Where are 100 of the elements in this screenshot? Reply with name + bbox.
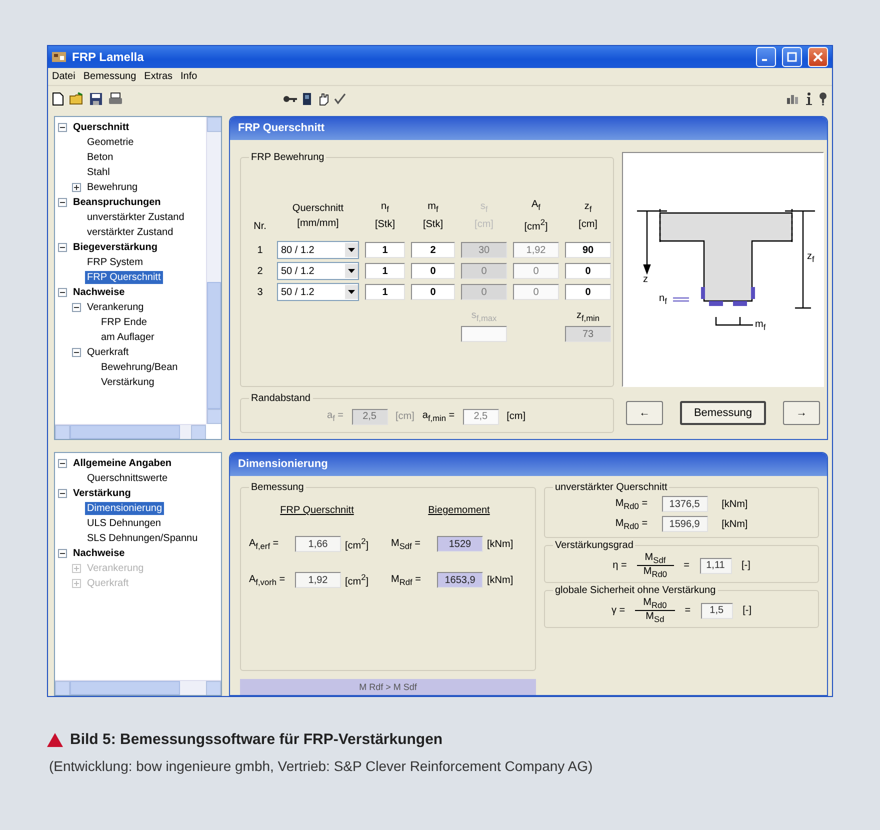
formula-symbol: γ =: [612, 605, 626, 616]
input-field[interactable]: 0: [565, 284, 611, 300]
input-field[interactable]: 2: [411, 242, 455, 258]
input-field[interactable]: 1,66: [295, 536, 341, 552]
field-label: M$_{Rd0}$ =: [615, 518, 648, 530]
unit-label: [kNm]: [722, 518, 748, 530]
menu-item[interactable]: Info: [180, 71, 198, 82]
input-field[interactable]: 1: [365, 242, 405, 258]
dropdown[interactable]: 50 / 1.2: [277, 283, 359, 302]
dropdown[interactable]: 50 / 1.2: [277, 262, 359, 280]
input-field[interactable]: 2,5: [462, 408, 499, 424]
menu-item[interactable]: Datei: [52, 71, 76, 82]
expand-toggle[interactable]: [72, 183, 81, 192]
close-icon[interactable]: [813, 52, 823, 62]
open-folder-icon[interactable]: [69, 92, 84, 106]
input-field[interactable]: 1596,9: [662, 516, 708, 532]
tree-item[interactable]: Beanspruchungen: [71, 196, 163, 209]
tree-item[interactable]: FRP Ende: [99, 316, 149, 329]
input-field[interactable]: 1,5: [700, 602, 733, 618]
input-field[interactable]: 0: [565, 263, 611, 280]
input-field[interactable]: 90: [565, 242, 611, 258]
collapse-toggle[interactable]: [72, 303, 81, 312]
minimize-button[interactable]: [756, 47, 776, 67]
tree-item[interactable]: Verstärkung: [99, 376, 156, 389]
input-field[interactable]: 1: [365, 284, 405, 300]
tree-item[interactable]: Querkraft: [85, 346, 131, 359]
save-icon[interactable]: [89, 92, 103, 106]
tree-item[interactable]: Nachweise: [71, 286, 127, 299]
chart-icon[interactable]: [786, 93, 800, 105]
calculate-button[interactable]: Bemessung: [680, 401, 766, 425]
caret-icon[interactable]: [348, 290, 355, 294]
input-field[interactable]: 1653,9: [437, 572, 483, 588]
input-field[interactable]: 1: [365, 263, 405, 280]
input-field[interactable]: 1,92: [295, 572, 341, 588]
dropdown[interactable]: 80 / 1.2: [277, 241, 359, 260]
input-field[interactable]: [461, 326, 507, 342]
unit-label: [cm]: [396, 411, 414, 422]
new-document-icon[interactable]: [52, 92, 64, 106]
tree-item[interactable]: FRP Querschnitt: [85, 271, 163, 284]
tree-item[interactable]: unverstärkter Zustand: [85, 211, 186, 224]
tree-item[interactable]: Dimensionierung: [85, 502, 164, 515]
tree-item[interactable]: Querschnitt: [71, 121, 132, 134]
input-field[interactable]: 0: [411, 284, 455, 300]
next-button[interactable]: →: [783, 401, 820, 425]
help-icon[interactable]: [818, 92, 828, 106]
tree-item[interactable]: Bewehrung: [85, 181, 140, 194]
input-field[interactable]: 1,11: [700, 558, 732, 574]
caret-icon[interactable]: [348, 269, 355, 274]
tree-item[interactable]: Geometrie: [85, 136, 136, 149]
tree-item[interactable]: Biegeverstärkung: [71, 241, 160, 254]
horizontal-scrollbar[interactable]: [55, 680, 221, 695]
menu-item[interactable]: Extras: [144, 71, 173, 82]
tree-item[interactable]: Stahl: [85, 166, 112, 179]
input-field[interactable]: 1,92: [513, 242, 559, 258]
checkmark-icon[interactable]: [334, 93, 346, 105]
tree-item[interactable]: Nachweise: [71, 547, 127, 560]
unit-label: [kNm]: [487, 574, 514, 586]
tree-item[interactable]: Allgemeine Angaben: [71, 457, 174, 470]
tree-item[interactable]: am Auflager: [99, 331, 156, 344]
caret-icon[interactable]: [348, 248, 355, 252]
collapse-toggle[interactable]: [58, 489, 67, 498]
printer-icon[interactable]: [108, 92, 123, 106]
tree-item[interactable]: verstärkter Zustand: [85, 226, 176, 239]
collapse-toggle[interactable]: [58, 549, 67, 558]
input-field[interactable]: 1376,5: [662, 496, 708, 512]
menu-item[interactable]: Bemessung: [83, 71, 136, 82]
input-field[interactable]: 1529: [437, 536, 483, 552]
horizontal-scrollbar[interactable]: [55, 424, 206, 439]
tree-item[interactable]: Verstärkung: [71, 487, 133, 500]
tree-item[interactable]: ULS Dehnungen: [85, 517, 163, 530]
column-header: Querschnitt [mm/mm]: [291, 202, 345, 231]
back-button[interactable]: ←: [626, 401, 663, 425]
tree-item[interactable]: Verankerung: [85, 301, 146, 314]
tree-item[interactable]: FRP System: [85, 256, 145, 269]
close-button[interactable]: [808, 47, 828, 67]
tree-item[interactable]: Beton: [85, 151, 116, 164]
collapse-toggle[interactable]: [58, 123, 67, 132]
input-field[interactable]: 0: [411, 263, 455, 280]
collapse-toggle[interactable]: [58, 243, 67, 252]
tree-item[interactable]: Querschnittswerte: [85, 472, 170, 485]
collapse-toggle[interactable]: [58, 288, 67, 297]
group-label: Randabstand: [250, 393, 312, 404]
book-icon[interactable]: [302, 92, 312, 106]
panel-title: FRP Querschnitt: [230, 117, 827, 140]
maximize-icon[interactable]: [787, 52, 797, 62]
collapse-toggle[interactable]: [58, 459, 67, 468]
maximize-button[interactable]: [782, 47, 802, 67]
info-icon[interactable]: [805, 92, 813, 106]
formula-term: M$_{Rd0}$: [643, 566, 668, 579]
input-field[interactable]: 0: [513, 263, 559, 280]
vertical-scrollbar[interactable]: [206, 117, 221, 424]
unit-label: [kNm]: [722, 498, 748, 510]
hand-icon[interactable]: [317, 92, 329, 106]
collapse-toggle[interactable]: [58, 198, 67, 207]
tree-item[interactable]: Bewehrung/Bean: [99, 361, 180, 374]
column-header: Nr.: [252, 220, 268, 234]
collapse-toggle[interactable]: [72, 348, 81, 357]
input-field[interactable]: 0: [513, 284, 559, 300]
tree-item[interactable]: SLS Dehnungen/Spannu: [85, 532, 200, 545]
key-icon[interactable]: [283, 94, 297, 104]
